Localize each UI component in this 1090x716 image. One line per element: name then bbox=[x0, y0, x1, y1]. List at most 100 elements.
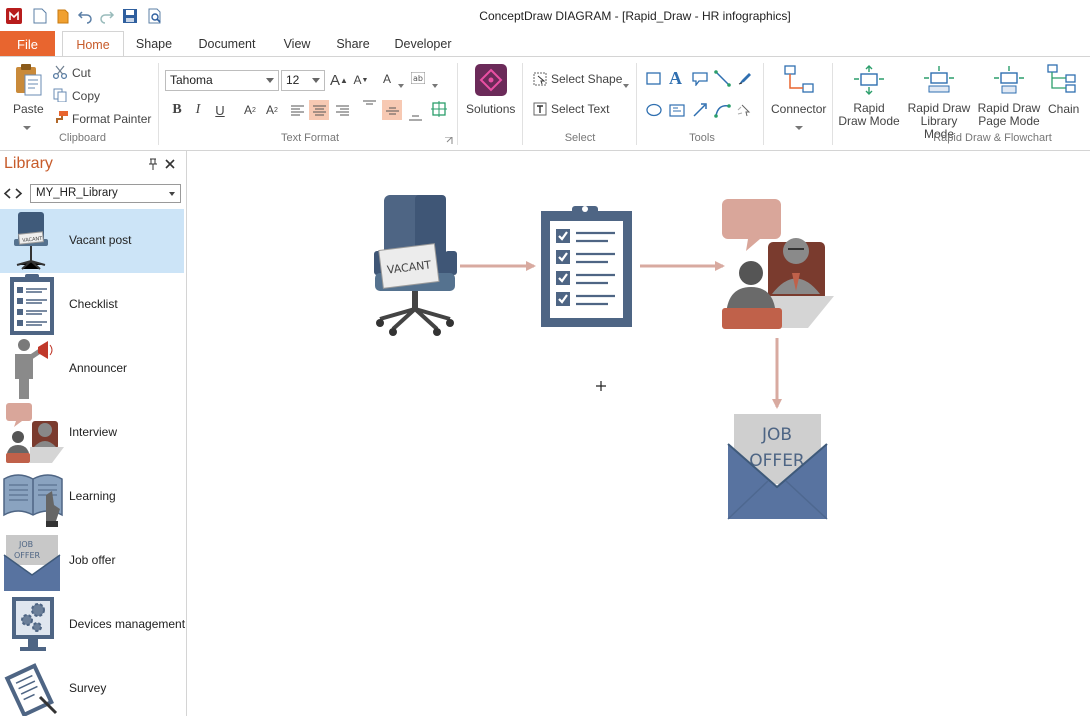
tab-view[interactable]: View bbox=[276, 31, 318, 57]
cut-icon[interactable] bbox=[52, 65, 68, 82]
copy-icon[interactable] bbox=[53, 88, 67, 105]
chain-button[interactable]: Chain bbox=[1048, 102, 1079, 116]
callout-tool-icon[interactable] bbox=[692, 72, 708, 89]
library-item-checklist[interactable]: Checklist bbox=[0, 273, 184, 337]
freehand-select-tool-icon[interactable] bbox=[737, 102, 753, 121]
solutions-icon[interactable] bbox=[475, 64, 507, 99]
chain-icon[interactable] bbox=[1046, 63, 1078, 96]
library-forward-icon[interactable] bbox=[15, 188, 23, 202]
text-format-launcher-icon[interactable] bbox=[445, 134, 453, 148]
grow-font-icon[interactable]: A ▲ bbox=[329, 70, 349, 90]
library-item-vacant-post[interactable]: VACANT Vacant post bbox=[0, 209, 184, 273]
connector-dropdown-icon[interactable] bbox=[795, 120, 803, 134]
subscript-icon[interactable]: A2 bbox=[262, 100, 282, 120]
align-right-icon[interactable] bbox=[332, 100, 352, 120]
library-item-label: Devices management bbox=[69, 617, 186, 631]
library-item-job-offer[interactable]: JOB OFFER Job offer bbox=[0, 529, 184, 593]
align-top-icon[interactable] bbox=[359, 95, 379, 115]
rapid-draw-mode-button[interactable]: Rapid Draw Mode bbox=[835, 102, 903, 128]
underline-icon[interactable]: U bbox=[210, 100, 230, 120]
select-text-button[interactable]: Select Text bbox=[551, 102, 609, 116]
vacant-chair-icon: VACANT bbox=[2, 209, 64, 273]
library-item-label: Checklist bbox=[69, 297, 118, 311]
library-title: Library bbox=[4, 155, 53, 172]
canvas-checklist-shape[interactable] bbox=[541, 206, 632, 327]
canvas-job-offer-shape[interactable]: JOB OFFER bbox=[727, 414, 828, 520]
tab-shape[interactable]: Shape bbox=[130, 31, 178, 57]
ellipse-tool-icon[interactable] bbox=[646, 103, 662, 120]
copy-button[interactable]: Copy bbox=[72, 89, 100, 103]
arrow-line-tool-icon[interactable] bbox=[692, 102, 708, 121]
library-item-announcer[interactable]: Announcer bbox=[0, 337, 184, 401]
align-center-icon[interactable] bbox=[309, 100, 329, 120]
align-middle-icon[interactable] bbox=[382, 100, 402, 120]
paste-icon[interactable] bbox=[13, 63, 43, 100]
text-background-icon[interactable]: ab bbox=[410, 71, 426, 87]
tab-home[interactable]: Home bbox=[62, 31, 124, 58]
library-item-devices-management[interactable]: Devices management bbox=[0, 593, 186, 657]
font-color-icon[interactable]: A bbox=[377, 69, 397, 89]
connector-icon[interactable] bbox=[783, 64, 815, 99]
library-item-label: Announcer bbox=[69, 361, 128, 375]
library-item-survey[interactable]: Survey bbox=[0, 657, 184, 716]
job-offer-text-line1: JOB bbox=[761, 425, 792, 445]
library-back-icon[interactable] bbox=[3, 188, 11, 202]
rectangle-tool-icon[interactable] bbox=[646, 72, 662, 89]
cut-button[interactable]: Cut bbox=[72, 66, 91, 80]
italic-icon[interactable]: I bbox=[188, 100, 208, 120]
library-select[interactable]: MY_HR_Library bbox=[30, 184, 181, 203]
format-painter-icon[interactable] bbox=[53, 110, 69, 127]
canvas-vacant-chair-shape[interactable]: VACANT bbox=[374, 195, 457, 336]
textbox-tool-icon[interactable] bbox=[669, 104, 685, 120]
solutions-button[interactable]: Solutions bbox=[466, 102, 515, 116]
canvas-interview-shape[interactable] bbox=[722, 199, 834, 329]
select-text-icon[interactable] bbox=[533, 102, 548, 119]
pen-tool-icon[interactable] bbox=[737, 70, 753, 89]
text-box-fit-icon[interactable] bbox=[431, 101, 447, 120]
select-shape-button[interactable]: Select Shape bbox=[551, 72, 622, 86]
survey-clipboard-icon bbox=[2, 657, 64, 716]
arc-tool-icon[interactable] bbox=[714, 102, 731, 121]
bold-icon[interactable]: B bbox=[167, 100, 187, 120]
close-icon[interactable] bbox=[165, 158, 175, 172]
library-item-label: Survey bbox=[69, 681, 107, 695]
library-item-interview[interactable]: Interview bbox=[0, 401, 184, 465]
paste-button[interactable]: Paste bbox=[13, 102, 44, 116]
tab-developer[interactable]: Developer bbox=[390, 31, 456, 57]
rapid-draw-page-mode-button[interactable]: Rapid Draw Page Mode bbox=[975, 102, 1043, 128]
svg-text:JOB: JOB bbox=[18, 540, 33, 549]
shrink-font-icon[interactable]: A ▼ bbox=[351, 70, 371, 90]
title-bar: ConceptDraw DIAGRAM - [Rapid_Draw - HR i… bbox=[0, 0, 1090, 31]
rapid-draw-mode-icon[interactable] bbox=[853, 65, 885, 98]
library-item-learning[interactable]: Learning bbox=[0, 465, 184, 529]
text-background-dropdown-icon[interactable] bbox=[432, 77, 438, 91]
font-size-select[interactable]: 12 bbox=[281, 70, 325, 91]
align-left-icon[interactable] bbox=[287, 100, 307, 120]
drawing-canvas[interactable]: VACANT JOB OFFER bbox=[188, 151, 1090, 716]
text-format-group-label: Text Format bbox=[280, 132, 340, 144]
tab-document[interactable]: Document bbox=[192, 31, 262, 57]
select-shape-icon[interactable] bbox=[533, 72, 548, 89]
tab-file[interactable]: File bbox=[0, 31, 55, 57]
checklist-icon bbox=[2, 273, 64, 337]
rapid-draw-library-mode-icon[interactable] bbox=[923, 65, 955, 98]
connector-button[interactable]: Connector bbox=[771, 102, 826, 116]
rapid-draw-group-label: Rapid Draw & Flowchart bbox=[933, 132, 1052, 144]
align-bottom-icon[interactable] bbox=[405, 105, 425, 125]
paste-dropdown-icon[interactable] bbox=[23, 120, 31, 134]
tab-share[interactable]: Share bbox=[330, 31, 376, 57]
line-tool-icon[interactable] bbox=[714, 70, 731, 90]
font-size-value: 12 bbox=[286, 73, 300, 87]
ribbon-separator bbox=[832, 63, 833, 145]
ribbon-tab-bar: File Home Shape Document View Share Deve… bbox=[0, 31, 1090, 58]
font-color-dropdown-icon[interactable] bbox=[398, 77, 404, 91]
format-painter-button[interactable]: Format Painter bbox=[72, 112, 151, 126]
text-tool-icon[interactable]: A bbox=[669, 68, 682, 89]
rapid-draw-page-mode-icon[interactable] bbox=[993, 65, 1025, 98]
superscript-icon[interactable]: A2 bbox=[240, 100, 260, 120]
font-family-select[interactable]: Tahoma bbox=[165, 70, 279, 91]
interview-icon bbox=[2, 401, 64, 465]
pin-icon[interactable] bbox=[148, 158, 158, 173]
ribbon: Paste Cut Copy Format Painter Clipboard … bbox=[0, 56, 1090, 151]
select-shape-dropdown-icon[interactable] bbox=[623, 77, 629, 91]
